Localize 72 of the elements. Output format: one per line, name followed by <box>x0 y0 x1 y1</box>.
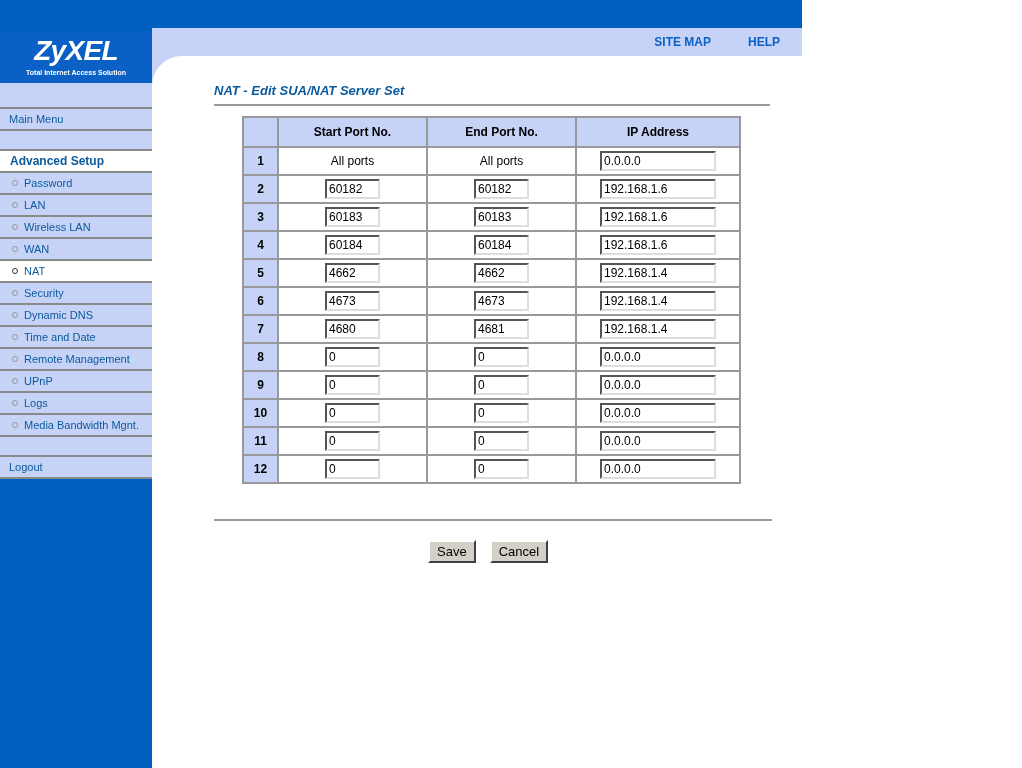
column-header: End Port No. <box>427 117 576 147</box>
menu-item[interactable]: Logs <box>0 393 152 415</box>
menu-item[interactable]: WAN <box>0 239 152 261</box>
input-field[interactable]: 192.168.1.6 <box>600 235 716 255</box>
form-button[interactable]: Save <box>428 540 476 563</box>
menu-item[interactable]: Media Bandwidth Mgnt. <box>0 415 152 437</box>
column-header: IP Address <box>576 117 740 147</box>
input-field[interactable]: 0.0.0.0 <box>600 431 716 451</box>
input-field[interactable]: 0 <box>474 459 529 479</box>
input-field[interactable]: 0.0.0.0 <box>600 375 716 395</box>
input-field[interactable]: 192.168.1.4 <box>600 291 716 311</box>
input-field[interactable]: 60183 <box>474 207 529 227</box>
brand-logo: ZyXEL <box>34 37 118 66</box>
menu-item[interactable]: NAT <box>0 261 152 283</box>
input-field[interactable]: 0 <box>474 403 529 423</box>
input-field[interactable]: 192.168.1.6 <box>600 179 716 199</box>
table-cell: All ports <box>427 147 576 175</box>
input-field[interactable]: 4673 <box>474 291 529 311</box>
input-field[interactable]: 0 <box>325 347 380 367</box>
input-field[interactable]: 60183 <box>325 207 380 227</box>
menu-item[interactable]: Security <box>0 283 152 305</box>
menu-item[interactable]: Time and Date <box>0 327 152 349</box>
menu-link[interactable]: Main Menu <box>0 109 152 131</box>
input-field[interactable]: 0 <box>474 347 529 367</box>
row-number: 10 <box>243 399 278 427</box>
menu-item[interactable]: Password <box>0 173 152 195</box>
input-field[interactable]: 0 <box>325 459 380 479</box>
input-field[interactable]: 4673 <box>325 291 380 311</box>
row-number: 5 <box>243 259 278 287</box>
input-field[interactable]: 0 <box>325 375 380 395</box>
menu-item[interactable]: LAN <box>0 195 152 217</box>
row-number: 11 <box>243 427 278 455</box>
row-number: 8 <box>243 343 278 371</box>
input-field[interactable]: 4662 <box>474 263 529 283</box>
menu-item[interactable]: Remote Management <box>0 349 152 371</box>
row-number: 1 <box>243 147 278 175</box>
row-number: 12 <box>243 455 278 483</box>
menu-item[interactable]: Wireless LAN <box>0 217 152 239</box>
nav-link[interactable]: SITE MAP <box>654 33 711 51</box>
row-number: 6 <box>243 287 278 315</box>
column-header: Start Port No. <box>278 117 427 147</box>
row-number: 9 <box>243 371 278 399</box>
input-field[interactable]: 0 <box>325 431 380 451</box>
input-field[interactable]: 0 <box>325 403 380 423</box>
row-number: 4 <box>243 231 278 259</box>
input-field[interactable]: 0.0.0.0 <box>600 151 716 171</box>
row-number: 7 <box>243 315 278 343</box>
input-field[interactable]: 4680 <box>325 319 380 339</box>
input-field[interactable]: 0.0.0.0 <box>600 347 716 367</box>
input-field[interactable]: 0 <box>474 375 529 395</box>
nav-link[interactable]: HELP <box>748 33 780 51</box>
input-field[interactable]: 60184 <box>325 235 380 255</box>
input-field[interactable]: 0.0.0.0 <box>600 459 716 479</box>
input-field[interactable]: 4662 <box>325 263 380 283</box>
input-field[interactable]: 60182 <box>474 179 529 199</box>
menu-link[interactable]: Logout <box>0 457 152 479</box>
row-number: 3 <box>243 203 278 231</box>
menu-item[interactable]: UPnP <box>0 371 152 393</box>
input-field[interactable]: 4681 <box>474 319 529 339</box>
table-cell: All ports <box>278 147 427 175</box>
form-button[interactable]: Cancel <box>489 540 549 563</box>
page-title: NAT - Edit SUA/NAT Server Set <box>214 82 406 99</box>
row-number: 2 <box>243 175 278 203</box>
input-field[interactable]: 60184 <box>474 235 529 255</box>
input-field[interactable]: 192.168.1.4 <box>600 263 716 283</box>
input-field[interactable]: 0.0.0.0 <box>600 403 716 423</box>
input-field[interactable]: 192.168.1.6 <box>600 207 716 227</box>
section-heading: Advanced Setup <box>10 153 105 170</box>
input-field[interactable]: 192.168.1.4 <box>600 319 716 339</box>
menu-item[interactable]: Dynamic DNS <box>0 305 152 327</box>
input-field[interactable]: 0 <box>474 431 529 451</box>
input-field[interactable]: 60182 <box>325 179 380 199</box>
